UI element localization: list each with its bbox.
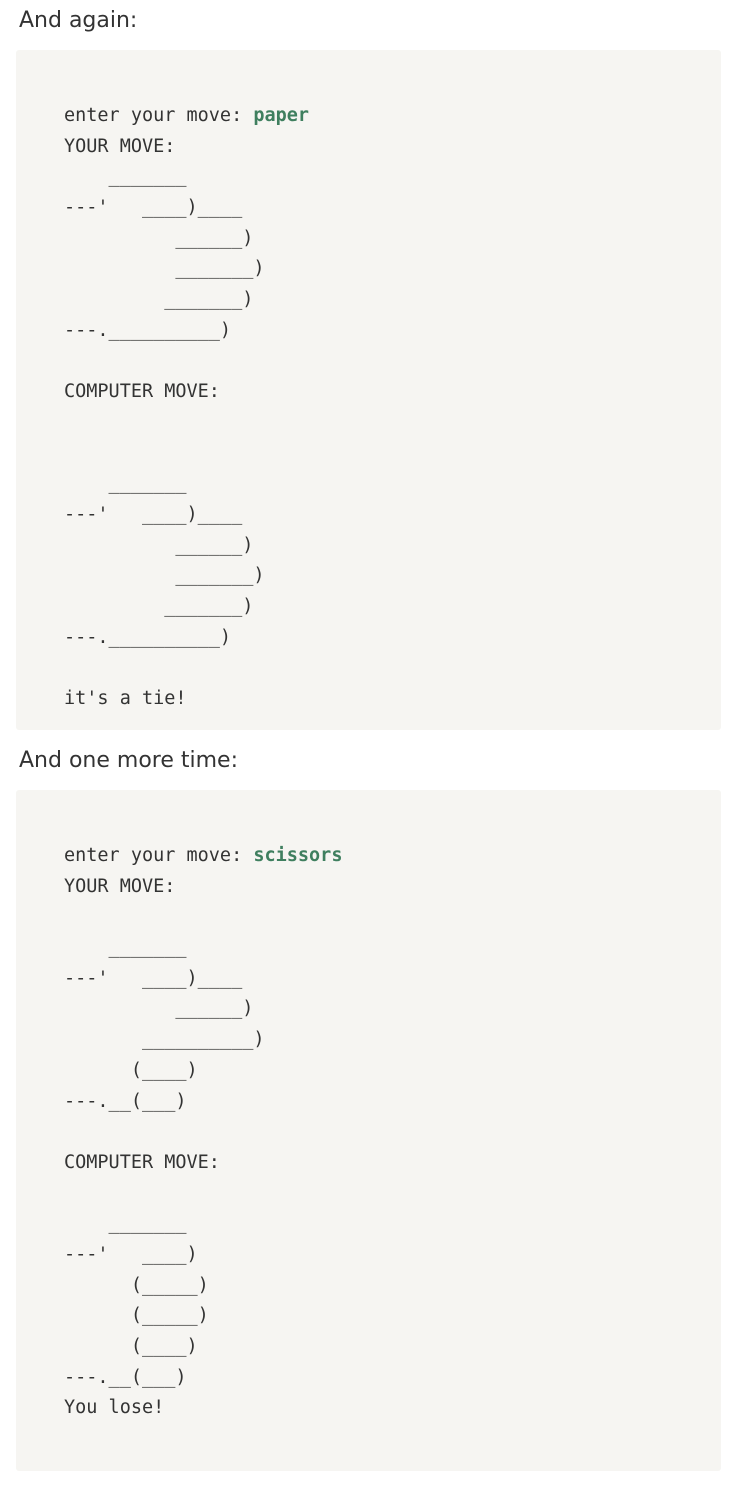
output-line: _______): [64, 289, 254, 311]
output-line: YOUR MOVE:: [64, 875, 176, 897]
output-line: COMPUTER MOVE:: [64, 381, 220, 403]
output-line: (_____): [64, 1274, 209, 1296]
prompt-line: enter your move: paper: [64, 101, 309, 132]
output-line: _______): [64, 596, 254, 617]
user-input: paper: [253, 105, 310, 126]
caption-and-again: And again:: [19, 8, 138, 33]
result-line: You lose!: [64, 1397, 165, 1419]
prompt-text: enter your move:: [64, 105, 254, 126]
output-line: _______: [64, 166, 187, 188]
output-line: ______): [64, 998, 254, 1020]
prompt-text: enter your move:: [64, 845, 254, 866]
output-line: _______: [64, 473, 187, 495]
output-line: ---.__(___): [64, 1366, 187, 1388]
caption-one-more-time: And one more time:: [19, 748, 238, 773]
output-line: ---' ____)____: [64, 967, 243, 989]
output-line: (____): [64, 1336, 198, 1357]
terminal-output: enter your move: paper YOUR MOVE: _______…: [64, 101, 309, 715]
code-block-tie: enter your move: paper YOUR MOVE: _______…: [16, 50, 721, 730]
output-line: (____): [64, 1059, 198, 1081]
output-line: _______: [64, 1213, 187, 1235]
code-block-lose: enter your move: scissors YOUR MOVE: ____…: [16, 790, 721, 1471]
output-line: __________): [64, 1029, 265, 1051]
output-line: ---' ____)____: [64, 503, 243, 525]
output-line: ---.__(___): [64, 1090, 187, 1112]
prompt-line: enter your move: scissors: [64, 841, 342, 872]
output-line: ---.__________): [64, 319, 232, 341]
terminal-output: enter your move: scissors YOUR MOVE: ____…: [64, 841, 342, 1424]
output-line: _______): [64, 258, 265, 280]
output-line: ______): [64, 534, 254, 556]
output-line: _______: [64, 937, 187, 959]
output-line: _______): [64, 565, 265, 587]
output-line: YOUR MOVE:: [64, 135, 176, 157]
output-line: ---' ____): [64, 1243, 198, 1265]
output-line: ______): [64, 227, 254, 249]
output-line: (_____): [64, 1305, 209, 1327]
result-line: it's a tie!: [64, 688, 187, 710]
output-line: COMPUTER MOVE:: [64, 1151, 220, 1173]
output-line: ---' ____)____: [64, 197, 243, 219]
output-line: ---.__________): [64, 626, 232, 648]
user-input: scissors: [253, 845, 343, 866]
